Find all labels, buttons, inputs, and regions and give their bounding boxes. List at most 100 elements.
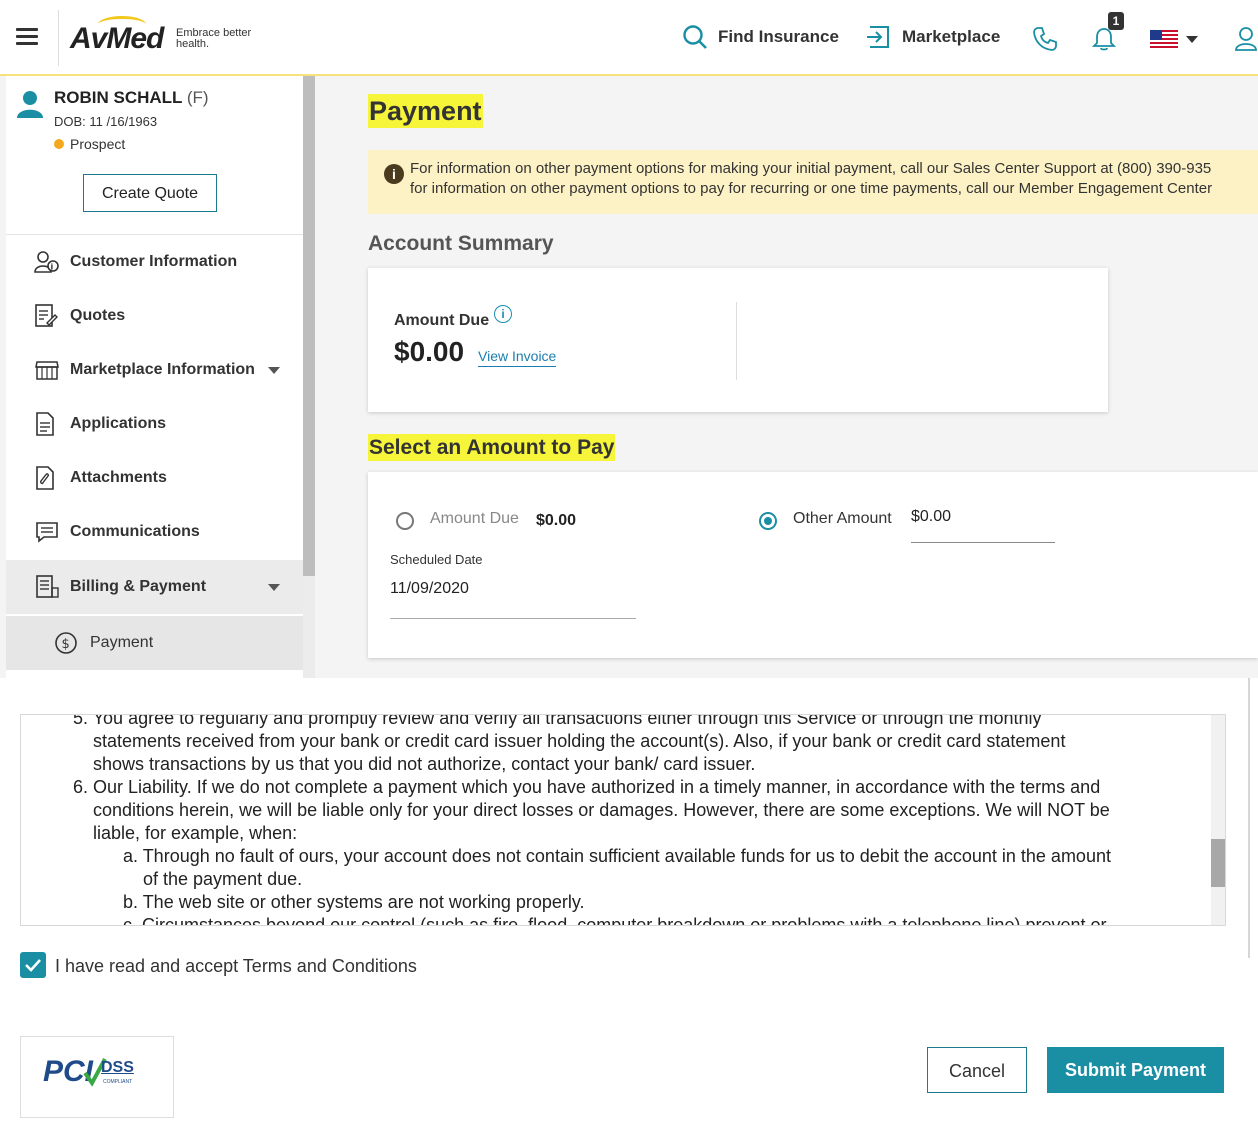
main-content: Payment i For information on other payme… xyxy=(316,76,1258,678)
pci-compliant-text: COMPLIANT xyxy=(103,1079,133,1085)
dialog-edge xyxy=(1248,678,1250,958)
accept-terms-label[interactable]: I have read and accept Terms and Conditi… xyxy=(55,956,417,977)
sidebar-item-quotes[interactable]: Quotes xyxy=(6,289,303,343)
marketplace-link[interactable]: Marketplace xyxy=(866,24,1000,50)
terms-line: statements received from your bank or cr… xyxy=(93,731,1066,751)
cancel-button[interactable]: Cancel xyxy=(927,1047,1027,1093)
search-icon xyxy=(683,25,707,49)
status-dot-icon xyxy=(54,139,64,149)
phone-icon[interactable] xyxy=(1032,26,1058,52)
sidebar-item-attachments[interactable]: Attachments xyxy=(6,451,303,505)
find-insurance-label: Find Insurance xyxy=(718,27,839,46)
view-invoice-link[interactable]: View Invoice xyxy=(478,348,557,367)
chevron-down-icon[interactable] xyxy=(268,366,280,374)
sidebar: ROBIN SCHALL (F) DOB: 11 /16/1963 Prospe… xyxy=(6,76,303,678)
svg-text:i: i xyxy=(51,263,54,272)
dollar-circle-icon: $ xyxy=(55,632,77,654)
application-view: AvMed Embrace better health. Find Insura… xyxy=(0,0,1258,678)
terms-line: liable, for example, when: xyxy=(93,823,298,843)
hamburger-menu-icon[interactable] xyxy=(16,28,38,46)
find-insurance-link[interactable]: Find Insurance xyxy=(682,24,839,50)
customer-name: ROBIN SCHALL (F) xyxy=(54,88,209,108)
document-edit-icon xyxy=(35,304,58,327)
amount-due-label: Amount Due xyxy=(394,312,490,329)
accept-terms-checkbox[interactable] xyxy=(20,952,46,978)
customer-gender: (F) xyxy=(186,88,209,107)
sidebar-item-label: Attachments xyxy=(70,469,167,486)
banner-line-1: For information on other payment options… xyxy=(410,160,1212,177)
terms-line: 5. You agree to regularly and promptly r… xyxy=(73,714,1042,728)
customer-dob: DOB: 11 /16/1963 xyxy=(54,114,158,129)
info-icon: i xyxy=(384,164,404,184)
submit-payment-button[interactable]: Submit Payment xyxy=(1047,1047,1224,1093)
amount-due-option-value: $0.00 xyxy=(536,512,577,529)
select-amount-heading: Select an Amount to Pay xyxy=(368,434,616,461)
sidebar-item-applications[interactable]: Applications xyxy=(6,397,303,451)
other-amount-option-label: Other Amount xyxy=(793,510,892,527)
amount-due-radio[interactable] xyxy=(396,512,414,530)
amount-selection-card: Amount Due $0.00 Other Amount $0.00 Sche… xyxy=(368,472,1258,658)
document-icon xyxy=(36,412,54,436)
other-amount-radio[interactable] xyxy=(759,512,777,530)
us-flag-icon[interactable] xyxy=(1150,30,1178,48)
sidebar-scrollbar-track[interactable] xyxy=(303,576,315,678)
checkmark-icon xyxy=(25,959,41,972)
scheduled-date-label: Scheduled Date xyxy=(390,552,483,567)
chat-icon xyxy=(36,522,58,543)
create-quote-button[interactable]: Create Quote xyxy=(83,174,217,212)
terms-line: c. Circumstances beyond our control (suc… xyxy=(123,915,1107,926)
sidebar-item-customer-information[interactable]: i Customer Information xyxy=(6,235,303,289)
banner-line-2: for information on other payment options… xyxy=(410,180,1213,197)
pci-dss-logo: PCI DSS COMPLIANT xyxy=(20,1036,174,1118)
header-divider xyxy=(58,10,59,66)
sidebar-item-label: Customer Information xyxy=(70,253,238,270)
terms-dialog: 5. You agree to regularly and promptly r… xyxy=(0,678,1258,1138)
terms-line: shows transactions by us that you did no… xyxy=(93,754,756,774)
terms-line: b. The web site or other systems are not… xyxy=(123,892,585,912)
person-icon xyxy=(17,91,43,118)
attachment-icon xyxy=(36,466,54,490)
pci-dss-text: DSS xyxy=(101,1059,134,1076)
sidebar-item-billing-payment[interactable]: Billing & Payment xyxy=(6,560,303,614)
customer-name-text: ROBIN SCHALL xyxy=(54,88,183,107)
card-divider xyxy=(736,302,737,380)
sidebar-subitem-label: Payment xyxy=(90,634,154,651)
terms-scrollbar-track[interactable] xyxy=(1211,715,1225,925)
terms-line: a. Through no fault of ours, your accoun… xyxy=(123,846,1111,866)
marketplace-label: Marketplace xyxy=(902,27,1001,46)
store-icon xyxy=(35,361,59,380)
customer-status: Prospect xyxy=(54,136,125,152)
page-title-text: Payment xyxy=(368,94,483,128)
sidebar-item-label: Marketplace Information xyxy=(70,361,255,378)
customer-status-label: Prospect xyxy=(70,136,126,152)
language-dropdown-icon[interactable] xyxy=(1186,36,1198,43)
terms-scrollbar-thumb[interactable] xyxy=(1211,839,1225,887)
sidebar-item-label: Billing & Payment xyxy=(70,578,207,595)
amount-due-value: $0.00 xyxy=(394,336,465,367)
info-circle-icon[interactable]: i xyxy=(494,305,512,323)
logo-text: AvMed xyxy=(70,22,164,55)
sidebar-item-label: Applications xyxy=(70,415,167,432)
terms-line: conditions herein, we will be liable onl… xyxy=(93,800,1110,820)
logo-tagline: Embrace better health. xyxy=(176,27,252,50)
amount-due-option-label: Amount Due xyxy=(430,510,519,527)
login-arrow-icon xyxy=(867,26,889,48)
terms-line: of the payment due. xyxy=(143,869,303,889)
svg-text:$: $ xyxy=(62,637,70,652)
sidebar-subitem-payment[interactable]: $ Payment xyxy=(6,616,303,670)
scheduled-date-input[interactable]: 11/09/2020 xyxy=(390,580,636,619)
sidebar-item-marketplace-information[interactable]: Marketplace Information xyxy=(6,343,303,397)
top-header: AvMed Embrace better health. Find Insura… xyxy=(0,0,1258,76)
notification-badge: 1 xyxy=(1108,12,1124,30)
sidebar-scrollbar-thumb[interactable] xyxy=(303,76,315,576)
account-summary-card: Amount Due i $0.00 View Invoice xyxy=(368,268,1108,412)
sidebar-item-communications[interactable]: Communications xyxy=(6,505,303,559)
select-amount-heading-text: Select an Amount to Pay xyxy=(368,434,616,461)
other-amount-input[interactable]: $0.00 xyxy=(911,508,1055,543)
page-title: Payment xyxy=(368,94,483,128)
terms-box[interactable]: 5. You agree to regularly and promptly r… xyxy=(20,714,1226,926)
people-icon: i xyxy=(34,251,59,273)
sidebar-item-label: Communications xyxy=(70,523,200,540)
chevron-down-icon[interactable] xyxy=(268,583,280,591)
user-account-icon[interactable] xyxy=(1234,26,1258,52)
